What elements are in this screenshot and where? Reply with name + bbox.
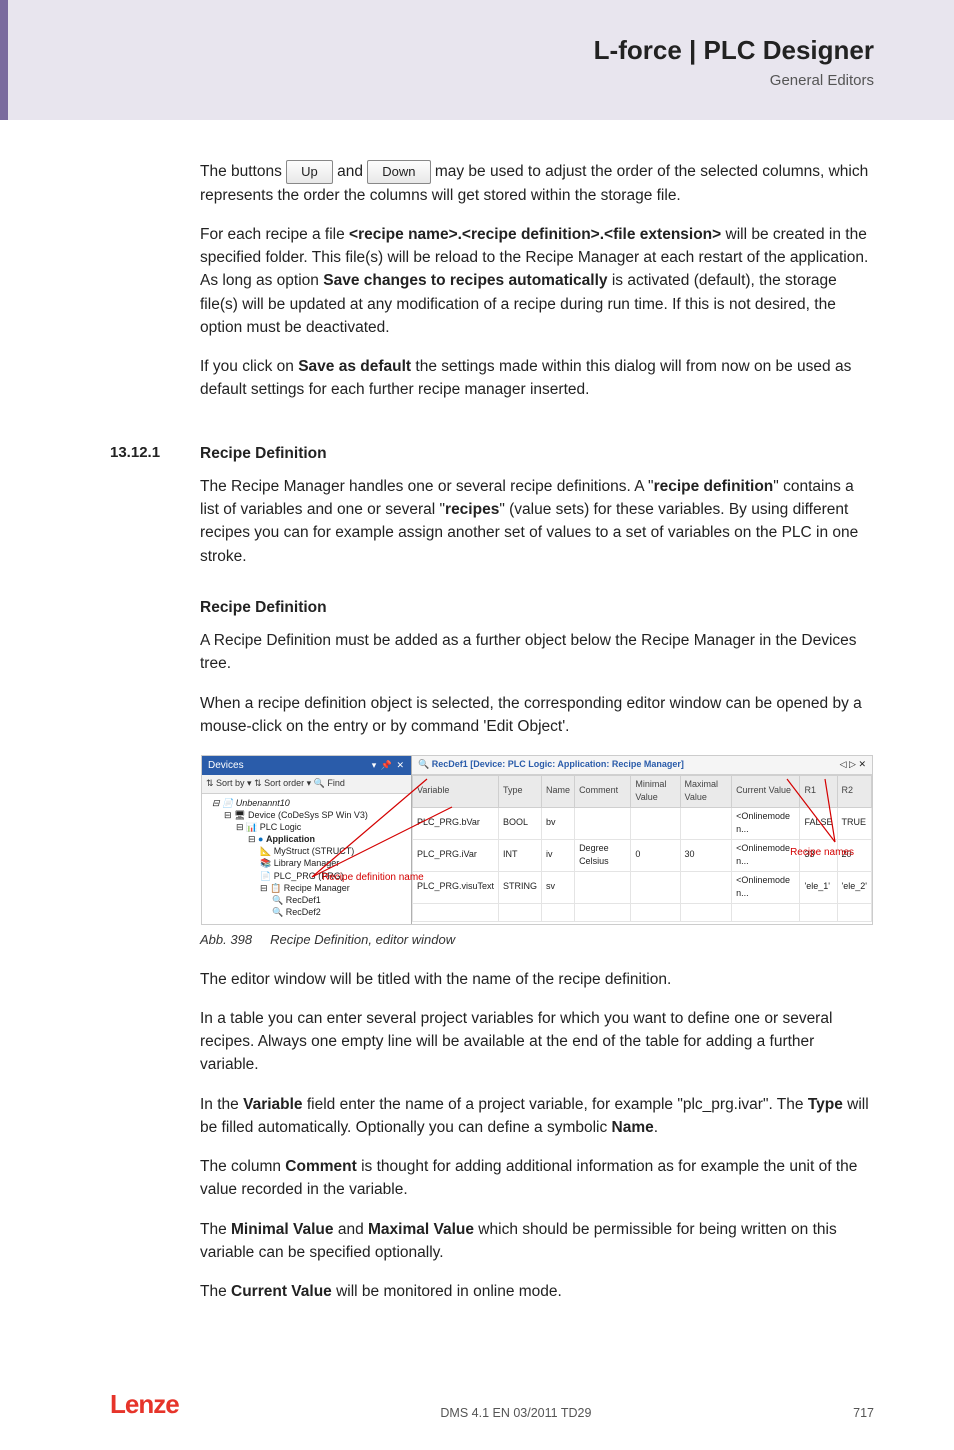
tree-mystruct[interactable]: 📐 MyStruct (STRUCT) bbox=[204, 845, 407, 857]
table-row-empty[interactable] bbox=[413, 903, 872, 922]
tree-device[interactable]: ⊟ 🖥 Device (CoDeSys SP Win V3) bbox=[204, 809, 407, 821]
logo: Lenze bbox=[110, 1389, 179, 1420]
search-icon: 🔍 bbox=[418, 759, 432, 769]
bold-text: <recipe name>.<recipe definition>.<file … bbox=[349, 226, 721, 243]
col-r2[interactable]: R2 bbox=[837, 775, 872, 807]
paragraph: In a table you can enter several project… bbox=[200, 1007, 874, 1077]
section-heading: Recipe Definition bbox=[200, 442, 327, 465]
paragraph: A Recipe Definition must be added as a f… bbox=[200, 629, 874, 676]
figure-editor-window: Devices ▾ 📌 ✕ ⇅ Sort by ▾ ⇅ Sort order ▾… bbox=[200, 754, 874, 926]
col-maxval[interactable]: Maximal Value bbox=[680, 775, 732, 807]
page-subtitle: General Editors bbox=[0, 72, 874, 89]
sub-heading: Recipe Definition bbox=[200, 596, 874, 619]
tree-libmgr[interactable]: 📚 Library Manager bbox=[204, 857, 407, 869]
tree-application[interactable]: ⊟ ● Application bbox=[204, 833, 407, 845]
paragraph: The Current Value will be monitored in o… bbox=[200, 1280, 874, 1303]
col-curval[interactable]: Current Value bbox=[732, 775, 800, 807]
bold-text: Save changes to recipes automatically bbox=[323, 272, 607, 289]
figure-caption: Abb. 398 Recipe Definition, editor windo… bbox=[200, 930, 874, 950]
devices-tree[interactable]: ⊟ 📄 Unbenannt10 ⊟ 🖥 Device (CoDeSys SP W… bbox=[202, 794, 411, 924]
tree-recdef2[interactable]: 🔍 RecDef2 bbox=[204, 906, 407, 918]
text: For each recipe a file bbox=[200, 226, 349, 243]
page-number: 717 bbox=[853, 1406, 874, 1420]
editor-panel: 🔍 RecDef1 [Device: PLC Logic: Applicatio… bbox=[412, 756, 872, 924]
bold-text: recipe definition bbox=[654, 478, 774, 495]
col-comment[interactable]: Comment bbox=[575, 775, 631, 807]
devices-toolbar[interactable]: ⇅ Sort by ▾ ⇅ Sort order ▾ 🔍 Find bbox=[202, 775, 411, 794]
col-r1[interactable]: R1 bbox=[800, 775, 837, 807]
paragraph: For each recipe a file <recipe name>.<re… bbox=[200, 223, 874, 339]
page-title: L-force | PLC Designer bbox=[0, 20, 874, 66]
col-type[interactable]: Type bbox=[499, 775, 542, 807]
devices-panel: Devices ▾ 📌 ✕ ⇅ Sort by ▾ ⇅ Sort order ▾… bbox=[202, 756, 412, 924]
footer-center: DMS 4.1 EN 03/2011 TD29 bbox=[440, 1406, 591, 1420]
tab-nav-controls[interactable]: ◁ ▷ ✕ bbox=[840, 758, 866, 772]
paragraph: The column Comment is thought for adding… bbox=[200, 1155, 874, 1202]
editor-tabbar: 🔍 RecDef1 [Device: PLC Logic: Applicatio… bbox=[412, 756, 872, 775]
paragraph: When a recipe definition object is selec… bbox=[200, 692, 874, 739]
col-variable[interactable]: Variable bbox=[413, 775, 499, 807]
down-button[interactable]: Down bbox=[367, 160, 430, 184]
paragraph: The Minimal Value and Maximal Value whic… bbox=[200, 1218, 874, 1265]
devices-titlebar: Devices ▾ 📌 ✕ bbox=[202, 756, 411, 775]
text: The buttons bbox=[200, 163, 286, 180]
devices-title-text: Devices bbox=[208, 758, 244, 773]
text: The Recipe Manager handles one or severa… bbox=[200, 478, 654, 495]
paragraph: The editor window will be titled with th… bbox=[200, 968, 874, 991]
tree-root[interactable]: ⊟ 📄 Unbenannt10 bbox=[204, 797, 407, 809]
caption-num: Abb. 398 bbox=[200, 932, 252, 947]
col-name[interactable]: Name bbox=[542, 775, 575, 807]
paragraph: The Recipe Manager handles one or severa… bbox=[200, 475, 874, 568]
table-row[interactable]: PLC_PRG.bVarBOOLbv<Onlinemode n...FALSET… bbox=[413, 807, 872, 839]
paragraph: In the Variable field enter the name of … bbox=[200, 1093, 874, 1140]
paragraph: If you click on Save as default the sett… bbox=[200, 355, 874, 402]
tree-recdef1[interactable]: 🔍 RecDef1 bbox=[204, 894, 407, 906]
caption-text: Recipe Definition, editor window bbox=[270, 932, 455, 947]
text: and bbox=[337, 163, 367, 180]
editor-tab[interactable]: 🔍 RecDef1 [Device: PLC Logic: Applicatio… bbox=[418, 758, 684, 772]
tree-plclogic[interactable]: ⊟ 📊 PLC Logic bbox=[204, 821, 407, 833]
up-button[interactable]: Up bbox=[286, 160, 333, 184]
table-row[interactable]: PLC_PRG.visuTextSTRINGsv<Onlinemode n...… bbox=[413, 871, 872, 903]
col-minval[interactable]: Minimal Value bbox=[631, 775, 680, 807]
bold-text: Save as default bbox=[298, 358, 411, 375]
bold-text: recipes bbox=[445, 501, 499, 518]
paragraph: The buttons Up and Down may be used to a… bbox=[200, 160, 874, 207]
text: If you click on bbox=[200, 358, 298, 375]
panel-controls[interactable]: ▾ 📌 ✕ bbox=[372, 759, 405, 773]
annotation-recnames: Recipe names bbox=[790, 845, 854, 860]
section-number: 13.12.1 bbox=[110, 442, 200, 465]
annotation-defname: Recipe definition name bbox=[322, 870, 424, 885]
